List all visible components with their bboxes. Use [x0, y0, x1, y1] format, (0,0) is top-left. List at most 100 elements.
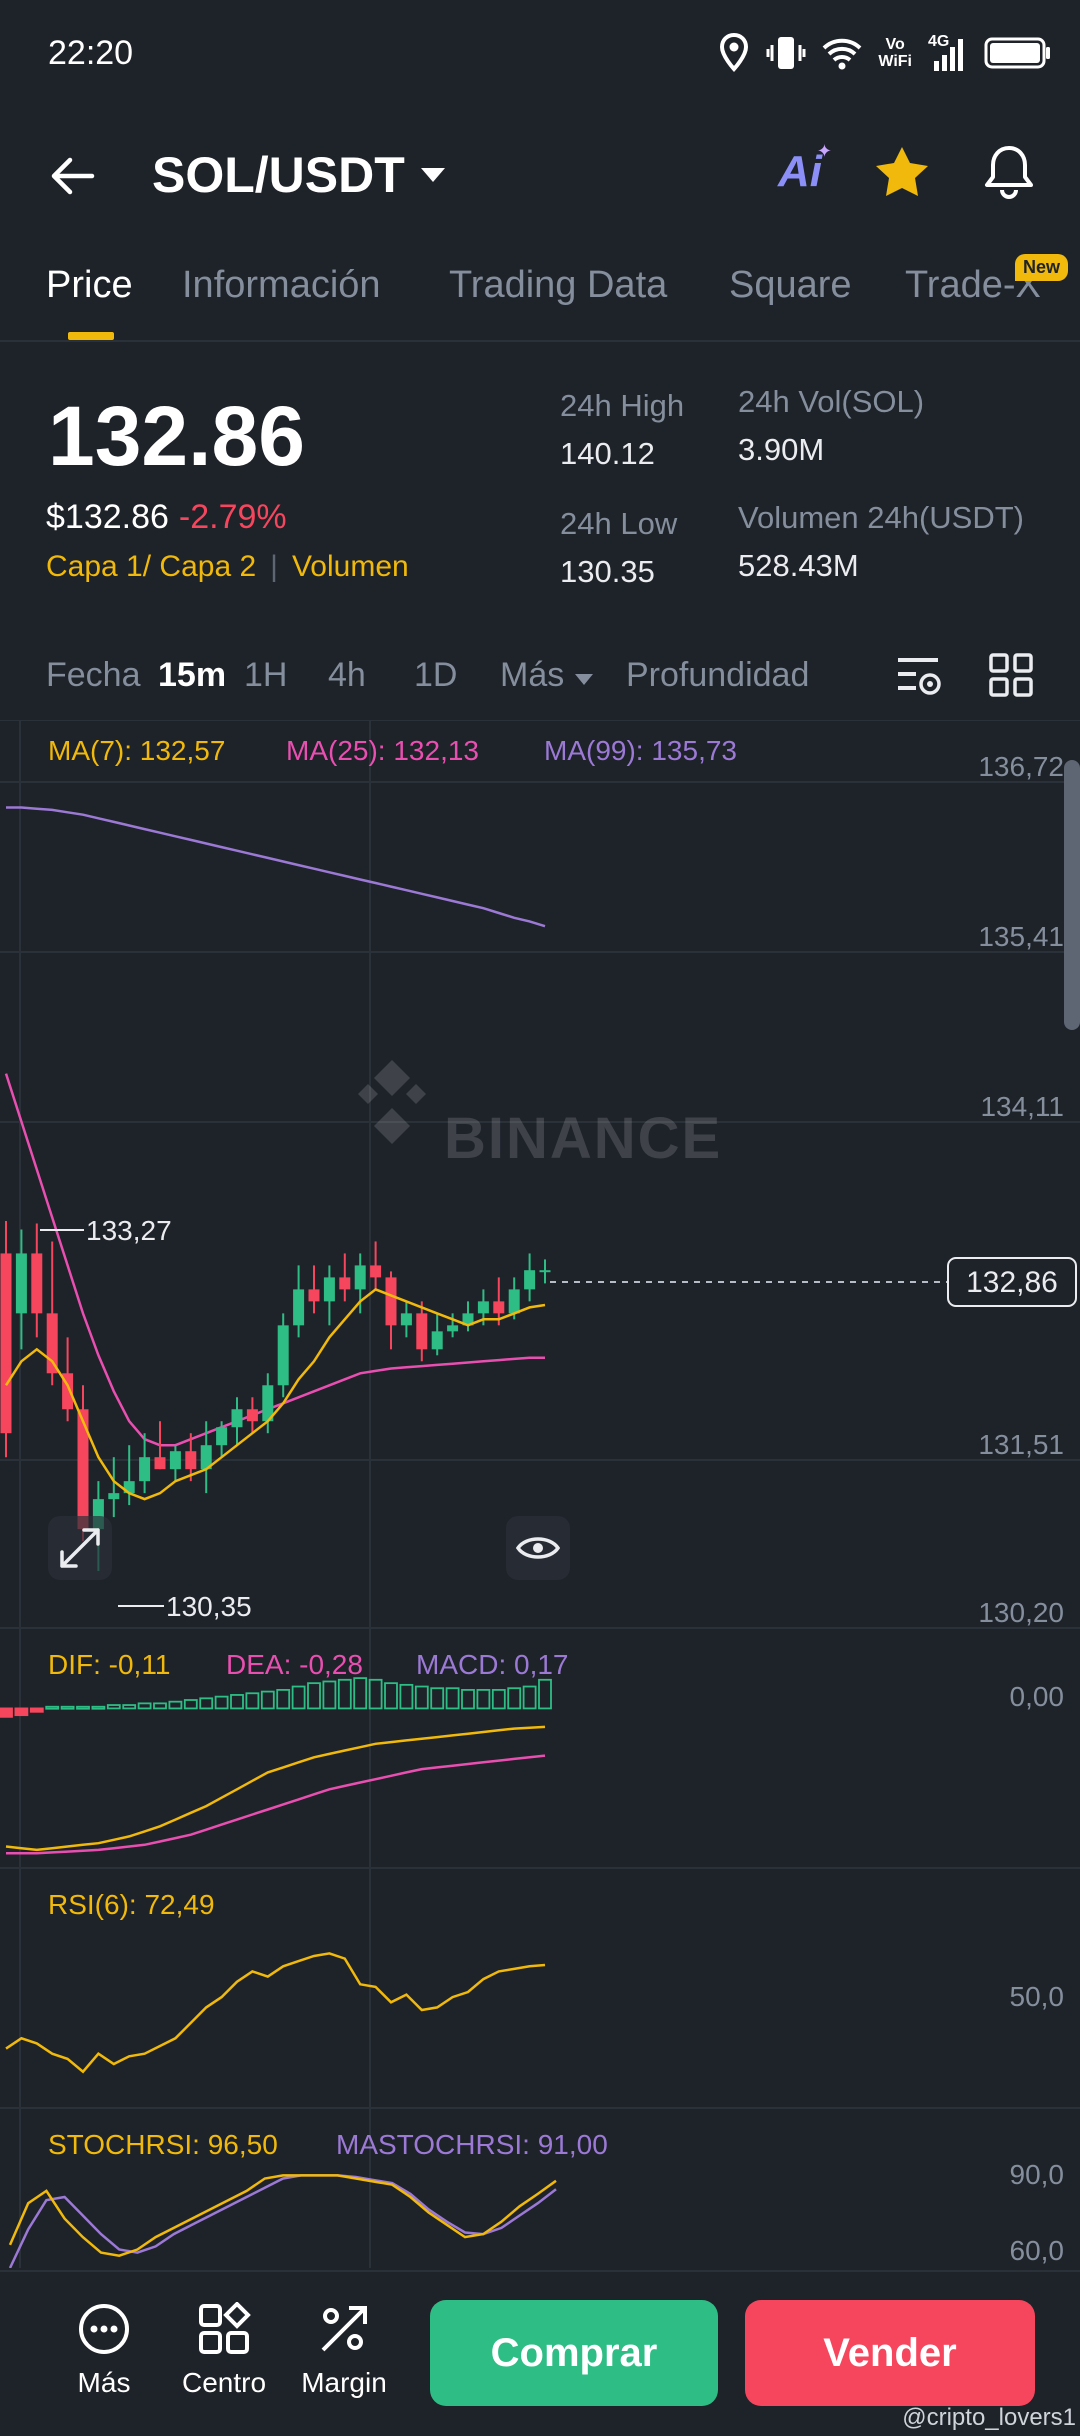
chart-scroll-handle[interactable] — [1064, 760, 1080, 1030]
new-badge: New — [1014, 254, 1068, 281]
interval-1d[interactable]: 1D — [414, 656, 457, 695]
macd-histogram-bar — [76, 1705, 90, 1710]
tab-square[interactable]: Square — [729, 264, 852, 307]
battery-icon — [984, 37, 1050, 69]
candle-up — [15, 1253, 27, 1314]
active-tab-indicator — [68, 332, 114, 340]
candle-down — [370, 1265, 382, 1278]
centro-button[interactable]: Centro — [164, 2301, 284, 2399]
volume-tag[interactable]: Volumen — [292, 550, 409, 583]
high-label: 24h High — [560, 388, 685, 423]
y-tick-131-51: 131,51 — [978, 1429, 1064, 1460]
sell-button[interactable]: Vender — [745, 2300, 1035, 2406]
location-icon — [720, 33, 749, 72]
visibility-button[interactable] — [506, 1516, 570, 1580]
ma99-line — [6, 806, 546, 928]
margin-button[interactable]: Margin — [284, 2302, 404, 2399]
shapes-icon — [199, 2301, 251, 2354]
layer-tag[interactable]: Capa 1/ Capa 2 — [46, 550, 256, 583]
candle-down — [308, 1289, 320, 1302]
bottom-action-bar: Más Centro Margin Comprar Vender @cripto… — [0, 2270, 1080, 2436]
ai-icon: Ai — [778, 147, 822, 196]
macd-histogram-bar — [522, 1685, 537, 1710]
more-label: Más — [77, 2367, 131, 2398]
vibrate-icon — [766, 37, 806, 69]
interval-4h[interactable]: 4h — [328, 656, 366, 695]
candle-up — [216, 1427, 228, 1446]
macd-histogram-bar — [230, 1694, 244, 1710]
price-usd-row: $132.86 -2.79% — [46, 498, 287, 537]
candle-down — [493, 1301, 505, 1314]
interval-15m[interactable]: 15m — [158, 656, 226, 695]
layout-grid-icon[interactable] — [988, 652, 1034, 698]
status-time: 22:20 — [48, 34, 134, 72]
macd-histogram-bar — [414, 1685, 429, 1710]
tab-price[interactable]: Price — [46, 264, 133, 307]
vol-usdt-value: 528.43M — [738, 548, 859, 583]
status-icons: Vo WiFi 4G — [718, 28, 1052, 78]
macd-histogram-bar — [14, 1707, 29, 1717]
mastochrsi-line — [8, 2174, 557, 2268]
header: SOL/USDT Ai ✦ — [0, 130, 1080, 220]
centro-label: Centro — [181, 2367, 267, 2398]
macd-histogram-bar — [353, 1677, 368, 1710]
vowifi-indicator: Vo WiFi — [878, 36, 912, 70]
bell-icon[interactable] — [982, 144, 1036, 200]
macd-histogram-bar — [29, 1707, 44, 1713]
interval-mas[interactable]: Más — [500, 656, 594, 695]
legend-dea: DEA: -0,28 — [226, 1649, 363, 1680]
candle-up — [277, 1325, 289, 1386]
dif-line — [5, 1725, 546, 1852]
macd-histogram-bar — [337, 1678, 352, 1710]
margin-label: Margin — [301, 2367, 387, 2398]
rsi-line — [5, 1952, 546, 2074]
macd-histogram-bar — [260, 1690, 275, 1710]
interval-mas-label: Más — [500, 656, 565, 694]
high-value: 140.12 — [560, 436, 655, 471]
back-arrow-icon[interactable] — [48, 152, 96, 200]
depth-tab[interactable]: Profundidad — [626, 656, 809, 695]
star-icon[interactable] — [874, 145, 930, 199]
interval-1h[interactable]: 1H — [244, 656, 287, 695]
macd-histogram-bar — [384, 1682, 398, 1710]
candle-up — [108, 1493, 120, 1500]
legend-stochrsi: STOCHRSI: 96,50 — [48, 2129, 278, 2160]
min-label: 130,35 — [166, 1591, 252, 1622]
buy-button[interactable]: Comprar — [430, 2300, 718, 2406]
candle-down — [246, 1409, 258, 1422]
pair-title: SOL/USDT — [152, 147, 405, 203]
caret-down-icon — [420, 168, 445, 182]
pair-selector[interactable]: SOL/USDT — [152, 146, 447, 204]
low-value: 130.35 — [560, 554, 655, 589]
macd-histogram-bar — [245, 1692, 260, 1710]
macd-histogram-bar — [445, 1687, 460, 1710]
macd-y-tick: 0,00 — [1010, 1681, 1065, 1712]
tab-bar: Price Información Trading Data Square Tr… — [0, 254, 1080, 342]
price-chart[interactable]: BINANCE MA(7): 132,57 MA(25): 132,13 MA(… — [0, 720, 1080, 2268]
rsi-layer — [5, 1952, 546, 2074]
candle-up — [169, 1451, 181, 1470]
stochrsi-layer — [8, 2174, 557, 2268]
candle-down — [31, 1253, 43, 1314]
more-dots-icon — [79, 2304, 129, 2354]
indicator-settings-icon[interactable] — [894, 654, 942, 698]
candle-up — [524, 1270, 536, 1290]
tab-trading-data[interactable]: Trading Data — [449, 264, 667, 307]
macd-histogram-bar — [538, 1678, 552, 1710]
macd-histogram-bar — [214, 1695, 229, 1710]
fullscreen-button[interactable] — [48, 1516, 112, 1580]
macd-histogram-bar — [307, 1682, 321, 1710]
candle-up — [293, 1289, 305, 1326]
macd-histogram-bar — [430, 1687, 445, 1710]
rsi-y-tick: 50,0 — [1010, 1981, 1065, 2012]
legend-dif: DIF: -0,11 — [48, 1649, 170, 1680]
tab-informacion[interactable]: Información — [182, 264, 381, 307]
binance-watermark: BINANCE — [358, 1060, 720, 1171]
tags-row: Capa 1/ Capa 2 | Volumen — [46, 550, 409, 583]
interval-fecha[interactable]: Fecha — [46, 656, 141, 695]
macd-histogram-bar — [291, 1685, 306, 1710]
ai-assistant-button[interactable]: Ai ✦ — [778, 141, 832, 197]
macd-histogram-bar — [322, 1680, 337, 1710]
more-button[interactable]: Más — [44, 2302, 164, 2399]
y-tick-136-72: 136,72 — [978, 751, 1064, 782]
